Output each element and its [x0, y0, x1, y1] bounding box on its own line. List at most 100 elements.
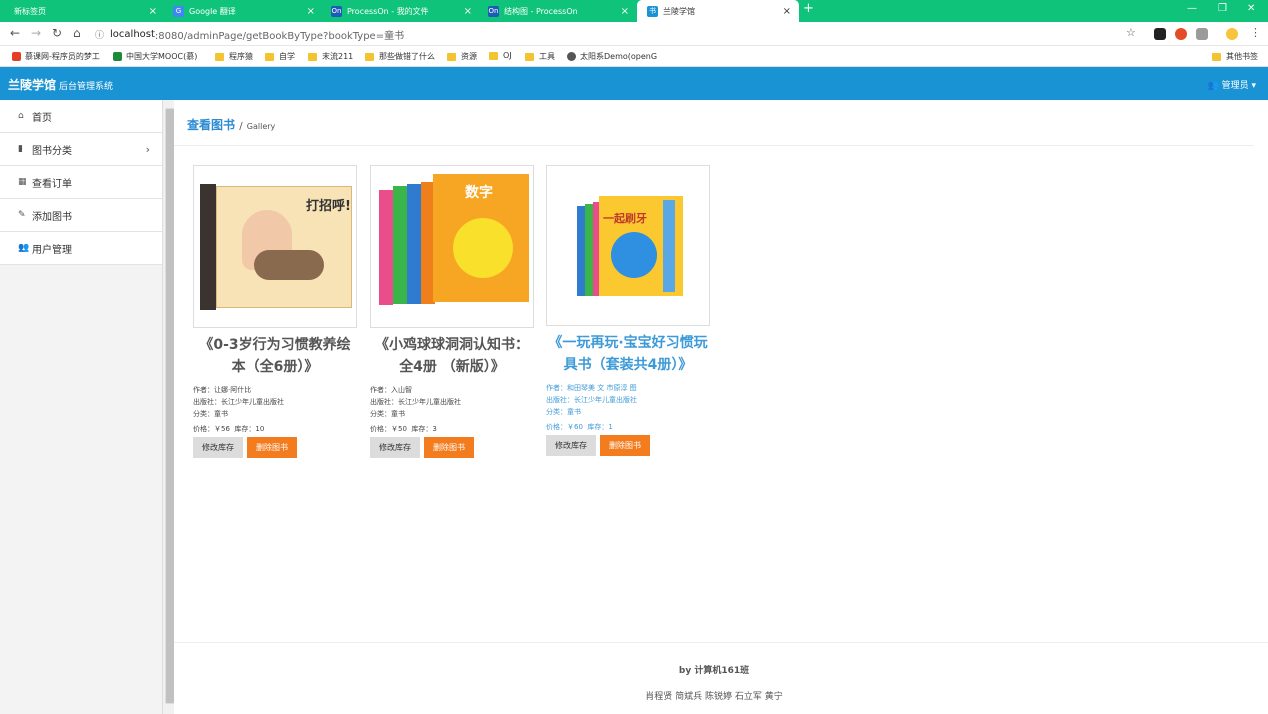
browser-tab[interactable]: 新标签页 ×: [0, 0, 165, 22]
folder-icon: [308, 52, 317, 61]
url-host: localhost: [110, 28, 155, 40]
bookmark-item[interactable]: 末流211: [308, 51, 353, 62]
sidebar-item-orders[interactable]: ▦ 查看订单: [0, 166, 162, 199]
browser-tab-active[interactable]: 书 兰陵学馆 ×: [637, 0, 799, 22]
info-icon[interactable]: ⓘ: [95, 28, 104, 41]
bookmark-label: OJ: [503, 51, 512, 60]
book-publisher: 长江少年儿童出版社: [574, 396, 637, 404]
reload-icon[interactable]: ↻: [52, 26, 62, 40]
book-author: 和田琴美 文 市原淳 图: [567, 384, 637, 392]
admin-menu[interactable]: 👥 管理员 ▾: [1207, 78, 1256, 91]
author-label: 作者：: [546, 384, 567, 392]
address-bar[interactable]: ⓘ localhost:8080/adminPage/getBookByType…: [95, 25, 1145, 43]
extension-icon[interactable]: [1196, 28, 1208, 40]
delete-book-button[interactable]: 删除图书: [424, 437, 474, 458]
minimize-icon[interactable]: —: [1187, 3, 1197, 14]
bookmark-item[interactable]: 资源: [447, 51, 477, 62]
sidebar-item-label: 图书分类: [32, 145, 72, 157]
bookmark-item[interactable]: OJ: [489, 51, 512, 60]
price-label: 价格：: [370, 425, 391, 433]
page-subtitle: Gallery: [246, 122, 276, 131]
users-icon: 👥: [1207, 81, 1219, 91]
brand[interactable]: 兰陵学馆 后台管理系统: [8, 76, 113, 93]
tab-label: ProcessOn - 我的文件: [347, 6, 429, 16]
bookmark-item[interactable]: 太阳系Demo(openG: [567, 51, 657, 62]
edit-stock-button[interactable]: 修改库存: [193, 437, 243, 458]
window-close-icon[interactable]: ✕: [1247, 3, 1255, 14]
browser-tab[interactable]: On ProcessOn - 我的文件 ×: [323, 0, 480, 22]
book-card: 打招呼! 《0-3岁行为习惯教养绘本（全6册）》 作者：让娜·阿什比 出版社：长…: [193, 165, 357, 458]
bookmark-label: 资源: [461, 52, 477, 61]
url-path: :8080/adminPage/getBookByType?bookType=童…: [154, 30, 405, 42]
edit-stock-button[interactable]: 修改库存: [370, 437, 420, 458]
browser-tab[interactable]: On 结构图 - ProcessOn ×: [480, 0, 637, 22]
app-header: 兰陵学馆 后台管理系统 👥 管理员 ▾: [0, 67, 1268, 100]
bookmark-item[interactable]: 自学: [265, 51, 295, 62]
close-icon[interactable]: ×: [621, 6, 629, 17]
author-label: 作者：: [193, 386, 214, 394]
book-title[interactable]: 《一玩再玩·宝宝好习惯玩具书（套装共4册）》: [546, 332, 710, 376]
other-bookmarks[interactable]: 其他书签: [1212, 51, 1258, 62]
book-price: ￥60: [567, 423, 583, 431]
stock-label: 库存：: [234, 425, 256, 433]
cover-text: 数字: [465, 185, 493, 201]
bookmark-item[interactable]: 中国大学MOOC(慕): [113, 51, 197, 62]
close-icon[interactable]: ×: [307, 6, 315, 17]
book-cover-image: 数字: [375, 170, 529, 323]
divider: [174, 145, 1254, 146]
book-meta: 作者：入山智 出版社：长江少年儿童出版社 分类：童书 价格：￥50 库存：3: [370, 384, 534, 435]
bookmark-item[interactable]: 工具: [525, 51, 555, 62]
sidebar-item-label: 用户管理: [32, 244, 72, 256]
book-title[interactable]: 《小鸡球球洞洞认知书：全4册 （新版）》: [370, 334, 534, 378]
book-stock: 3: [432, 425, 437, 433]
book-category: 童书: [567, 408, 581, 416]
home-icon: ⌂: [18, 111, 24, 121]
footer-divider: [174, 642, 1268, 643]
book-card: 一起刷牙 《一玩再玩·宝宝好习惯玩具书（套装共4册）》 作者：和田琴美 文 市原…: [546, 165, 710, 456]
google-translate-icon: G: [173, 5, 184, 17]
close-icon[interactable]: ×: [149, 6, 157, 17]
stock-label: 库存：: [587, 423, 609, 431]
bookmark-item[interactable]: 那些做错了什么: [365, 51, 435, 62]
menu-kebab-icon[interactable]: ⋮: [1250, 26, 1261, 39]
back-icon[interactable]: ←: [10, 26, 20, 40]
sidebar-item-add-book[interactable]: ✎ 添加图书: [0, 199, 162, 232]
folder-icon: [265, 52, 274, 61]
book-title[interactable]: 《0-3岁行为习惯教养绘本（全6册）》: [193, 334, 357, 378]
sidebar-item-book-category[interactable]: ▮ 图书分类 ›: [0, 133, 162, 166]
sidebar-item-home[interactable]: ⌂ 首页: [0, 100, 162, 133]
browser-tab-strip: 新标签页 × G Google 翻译 × On ProcessOn - 我的文件…: [0, 0, 1268, 22]
bookmarks-bar: 慕课网-程序员的梦工 中国大学MOOC(慕) 程序猿 自学 末流211 那些做错…: [0, 46, 1268, 67]
book-category: 童书: [214, 410, 228, 418]
close-icon[interactable]: ×: [464, 6, 472, 17]
home-icon[interactable]: ⌂: [73, 26, 81, 40]
extension-icon[interactable]: [1154, 28, 1166, 40]
edit-stock-button[interactable]: 修改库存: [546, 435, 596, 456]
bookmark-item[interactable]: 程序猿: [215, 51, 253, 62]
bookmark-favicon-icon: [113, 52, 122, 61]
sidebar-scrollbar[interactable]: [163, 100, 175, 714]
tab-label: 新标签页: [14, 6, 46, 16]
delete-book-button[interactable]: 删除图书: [600, 435, 650, 456]
book-favicon-icon: 书: [647, 5, 658, 17]
forward-icon[interactable]: →: [31, 26, 41, 40]
browser-tab[interactable]: G Google 翻译 ×: [165, 0, 323, 22]
book-cover-frame[interactable]: 数字: [370, 165, 534, 328]
maximize-icon[interactable]: ❐: [1218, 3, 1227, 14]
book-card: 数字 《小鸡球球洞洞认知书：全4册 （新版）》 作者：入山智 出版社：长江少年儿…: [370, 165, 534, 458]
sidebar-item-users[interactable]: 👥 用户管理: [0, 232, 162, 265]
new-tab-icon[interactable]: +: [803, 1, 814, 16]
bookmark-item[interactable]: 慕课网-程序员的梦工: [12, 51, 100, 62]
book-publisher: 长江少年儿童出版社: [398, 398, 461, 406]
bookmark-star-icon[interactable]: ☆: [1126, 26, 1136, 39]
book-cover-frame[interactable]: 打招呼!: [193, 165, 357, 328]
page-title: 查看图书: [187, 118, 236, 132]
close-icon[interactable]: ×: [783, 6, 791, 17]
extension-icon[interactable]: [1175, 28, 1187, 40]
book-cover-image: 一起刷牙: [551, 170, 705, 321]
profile-avatar-icon[interactable]: [1226, 28, 1238, 40]
tab-label: 兰陵学馆: [663, 6, 695, 16]
book-cover-frame[interactable]: 一起刷牙: [546, 165, 710, 326]
book-price: ￥50: [391, 425, 407, 433]
delete-book-button[interactable]: 删除图书: [247, 437, 297, 458]
